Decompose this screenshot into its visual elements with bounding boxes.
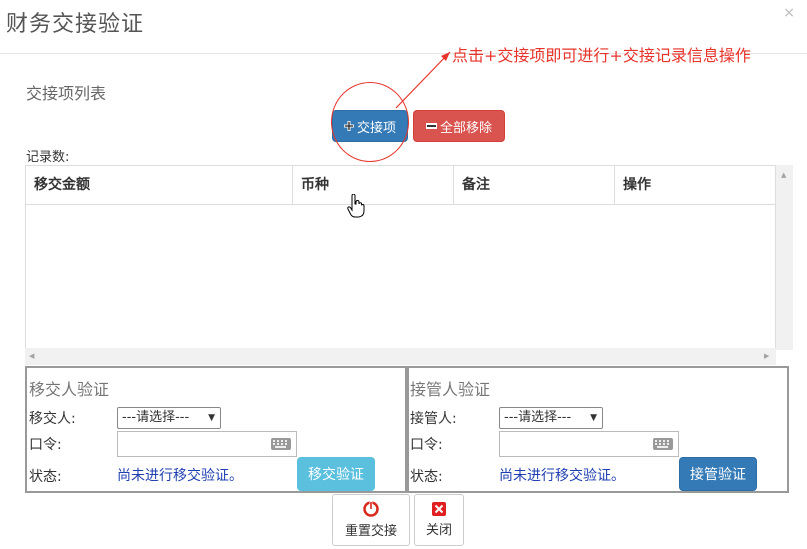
- table-header: 移交金额 币种 备注 操作: [26, 166, 775, 205]
- remove-button-label: 全部移除: [439, 120, 492, 136]
- close-dialog-button[interactable]: 关闭: [414, 494, 464, 546]
- remove-all-button[interactable]: 全部移除: [413, 110, 505, 142]
- table-horizontal-scrollbar[interactable]: [25, 348, 776, 365]
- handover-password-label: 口令:: [29, 437, 62, 453]
- takeover-verification-panel: 接管人验证 接管人: ---请选择--- ▼ 口令: 状态: 尚未进行移交验证。…: [407, 366, 789, 493]
- record-count-label: 记录数:: [26, 150, 70, 165]
- handover-verify-button[interactable]: 移交验证: [297, 457, 375, 491]
- keyboard-icon[interactable]: [271, 438, 291, 450]
- table-vertical-scrollbar[interactable]: [776, 165, 793, 350]
- handover-status-label: 状态:: [29, 469, 62, 485]
- scroll-right-arrow-icon[interactable]: ▶: [764, 352, 769, 360]
- handover-person-select-value: ---请选择---: [122, 410, 190, 425]
- column-header-action[interactable]: 操作: [615, 166, 775, 204]
- column-header-remark[interactable]: 备注: [454, 166, 615, 204]
- takeover-verify-button[interactable]: 接管验证: [679, 457, 757, 491]
- close-button-label: 关闭: [425, 523, 452, 538]
- column-header-currency[interactable]: 币种: [293, 166, 454, 204]
- handover-person-label: 移交人:: [29, 411, 76, 427]
- reset-button-label: 重置交接: [344, 524, 397, 539]
- minus-icon: [425, 123, 437, 129]
- column-header-amount[interactable]: 移交金额: [26, 166, 293, 204]
- takeover-panel-title: 接管人验证: [410, 380, 491, 399]
- takeover-password-label: 口令:: [410, 437, 443, 453]
- handover-verification-panel: 移交人验证 移交人: ---请选择--- ▼ 口令: 状态: 尚未进行移交验证。…: [25, 366, 407, 493]
- close-x-icon: [432, 502, 446, 516]
- handover-items-table: 移交金额 币种 备注 操作: [25, 165, 776, 352]
- takeover-password-input[interactable]: [499, 431, 679, 457]
- takeover-person-label: 接管人:: [410, 411, 457, 427]
- dropdown-caret-icon: ▼: [590, 413, 597, 423]
- takeover-status-label: 状态:: [410, 469, 443, 485]
- annotation-circle: [331, 82, 409, 162]
- hand-pointer-icon: [347, 194, 365, 218]
- scroll-up-arrow-icon[interactable]: ▲: [781, 171, 786, 179]
- takeover-person-select-value: ---请选择---: [504, 410, 572, 425]
- dropdown-caret-icon: ▼: [208, 413, 215, 423]
- keyboard-icon[interactable]: [653, 438, 673, 450]
- reset-handover-button[interactable]: 重置交接: [332, 494, 410, 546]
- reset-icon: [363, 501, 379, 517]
- handover-status-text: 尚未进行移交验证。: [117, 468, 243, 484]
- handover-password-input[interactable]: [117, 431, 297, 457]
- handover-panel-title: 移交人验证: [29, 380, 110, 399]
- handover-list-title: 交接项列表: [26, 84, 107, 103]
- takeover-person-select[interactable]: ---请选择--- ▼: [499, 407, 603, 429]
- handover-person-select[interactable]: ---请选择--- ▼: [117, 407, 221, 429]
- scroll-left-arrow-icon[interactable]: ◀: [29, 352, 34, 360]
- takeover-status-text: 尚未进行移交验证。: [499, 468, 625, 484]
